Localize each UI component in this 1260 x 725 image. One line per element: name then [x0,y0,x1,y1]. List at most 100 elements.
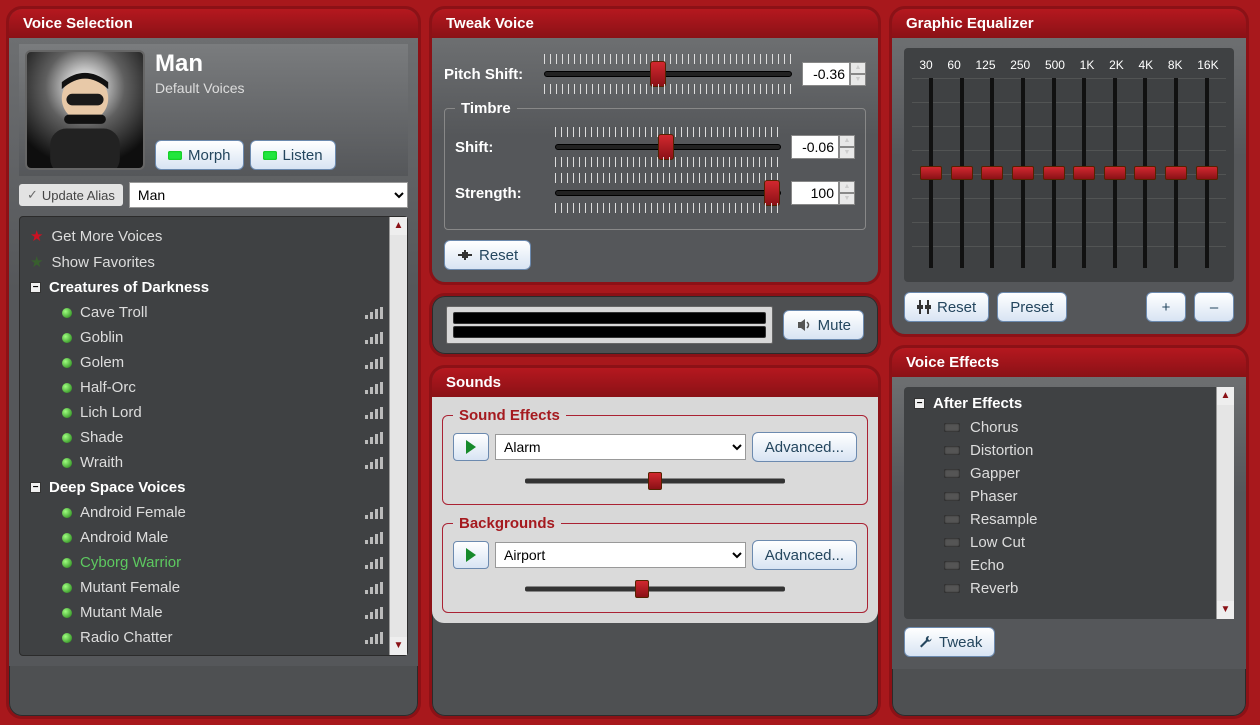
voice-item[interactable]: Cave Troll [28,300,385,325]
effect-item[interactable]: Resample [914,508,1210,531]
eq-add-button[interactable]: + [1146,292,1186,322]
mute-button[interactable]: Mute [783,310,864,340]
eq-band-slider[interactable] [952,78,972,268]
eq-band-slider[interactable] [921,78,941,268]
bg-play-button[interactable] [453,541,489,569]
eq-band-slider[interactable] [1105,78,1125,268]
mute-label: Mute [818,317,851,334]
show-favorites-link[interactable]: ★Show Favorites [28,249,385,275]
voice-dot-icon [62,633,72,643]
eq-remove-button[interactable]: – [1194,292,1234,322]
eq-preset-button[interactable]: Preset [997,292,1066,322]
equalizer-title: Graphic Equalizer [892,9,1246,38]
effect-item[interactable]: Reverb [914,577,1210,600]
spin-up-icon[interactable]: ▲ [839,135,855,147]
effect-item[interactable]: Phaser [914,485,1210,508]
check-icon: ✓ [27,187,38,203]
effects-tweak-button[interactable]: Tweak [904,627,995,657]
voice-item[interactable]: Android Male [28,525,385,550]
voice-group[interactable]: −Creatures of Darkness [28,275,385,300]
scroll-down-icon[interactable]: ▼ [1217,601,1234,619]
spin-down-icon[interactable]: ▼ [839,147,855,159]
listen-button[interactable]: Listen [250,140,336,170]
bg-volume-slider[interactable] [525,580,785,598]
sfx-volume-slider[interactable] [525,472,785,490]
voice-combo[interactable]: Man [129,182,408,208]
signal-bars-icon [365,607,383,619]
voice-dot-icon [62,408,72,418]
voice-item[interactable]: Wraith [28,450,385,475]
voice-item[interactable]: Goblin [28,325,385,350]
tweak-reset-button[interactable]: Reset [444,240,531,270]
bg-combo[interactable]: Airport [495,542,746,568]
signal-bars-icon [365,582,383,594]
collapse-icon[interactable]: − [914,398,925,409]
pitch-shift-slider[interactable] [544,54,792,94]
timbre-legend: Timbre [455,100,517,117]
get-more-voices-link[interactable]: ★Get More Voices [28,223,385,249]
effects-tree[interactable]: −After Effects ChorusDistortionGapperPha… [904,387,1216,619]
collapse-icon[interactable]: − [30,482,41,493]
eq-sliders [912,78,1226,268]
spin-down-icon[interactable]: ▼ [839,193,855,205]
voice-item[interactable]: Half-Orc [28,375,385,400]
sfx-advanced-button[interactable]: Advanced... [752,432,857,462]
eq-band-slider[interactable] [982,78,1002,268]
effect-item[interactable]: Gapper [914,462,1210,485]
signal-bars-icon [365,357,383,369]
star-icon: ★ [30,253,43,271]
timbre-shift-label: Shift: [455,139,545,156]
voice-item[interactable]: Mutant Female [28,575,385,600]
timbre-shift-slider[interactable] [555,127,781,167]
timbre-shift-spinner[interactable]: ▲▼ [791,135,855,159]
eq-reset-button[interactable]: Reset [904,292,989,322]
led-icon [168,151,182,160]
effect-item[interactable]: Echo [914,554,1210,577]
collapse-icon[interactable]: − [30,282,41,293]
sfx-combo[interactable]: Alarm [495,434,746,460]
voice-group[interactable]: −Deep Space Voices [28,475,385,500]
update-alias-checkbox[interactable]: ✓Update Alias [19,184,123,206]
eq-band-slider[interactable] [1013,78,1033,268]
tweak-voice-title: Tweak Voice [432,9,878,38]
signal-bars-icon [365,332,383,344]
sound-effects-legend: Sound Effects [453,407,566,424]
scroll-down-icon[interactable]: ▼ [390,637,407,655]
wrench-icon [917,634,933,650]
effect-item[interactable]: Distortion [914,439,1210,462]
voice-item[interactable]: Radio Chatter [28,625,385,650]
voice-item[interactable]: Cyborg Warrior [28,550,385,575]
eq-band-slider[interactable] [1074,78,1094,268]
morph-button[interactable]: Morph [155,140,244,170]
voice-scrollbar[interactable]: ▲ ▼ [389,217,407,655]
voice-tree[interactable]: ★Get More Voices ★Show Favorites −Creatu… [20,217,389,655]
signal-bars-icon [365,557,383,569]
spin-down-icon[interactable]: ▼ [850,74,866,86]
voice-item[interactable]: Mutant Male [28,600,385,625]
voice-dot-icon [62,508,72,518]
bg-advanced-button[interactable]: Advanced... [752,540,857,570]
effect-item[interactable]: Low Cut [914,531,1210,554]
spin-up-icon[interactable]: ▲ [839,181,855,193]
eq-band-slider[interactable] [1197,78,1217,268]
timbre-strength-spinner[interactable]: ▲▼ [791,181,855,205]
effect-item[interactable]: Chorus [914,416,1210,439]
voice-item[interactable]: Golem [28,350,385,375]
after-effects-group[interactable]: −After Effects [914,395,1210,412]
eq-band-slider[interactable] [1166,78,1186,268]
led-icon [944,538,960,547]
voice-item[interactable]: Android Female [28,500,385,525]
signal-bars-icon [365,532,383,544]
scroll-up-icon[interactable]: ▲ [390,217,407,235]
eq-band-slider[interactable] [1044,78,1064,268]
scroll-up-icon[interactable]: ▲ [1217,387,1234,405]
timbre-strength-slider[interactable] [555,173,781,213]
spin-up-icon[interactable]: ▲ [850,62,866,74]
play-icon [466,548,476,562]
pitch-shift-spinner[interactable]: ▲▼ [802,62,866,86]
voice-item[interactable]: Lich Lord [28,400,385,425]
voice-item[interactable]: Shade [28,425,385,450]
sfx-play-button[interactable] [453,433,489,461]
effects-scrollbar[interactable]: ▲ ▼ [1216,387,1234,619]
eq-band-slider[interactable] [1135,78,1155,268]
